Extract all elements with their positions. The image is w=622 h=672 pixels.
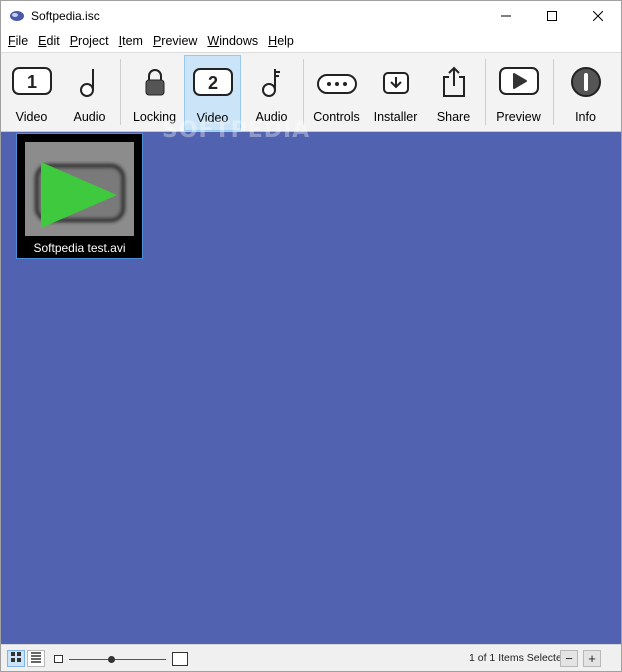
maximize-icon [547, 11, 557, 21]
toolbar-preview-label: Preview [496, 110, 541, 124]
controls-icon [316, 72, 357, 99]
zoom-slider-track[interactable] [69, 659, 166, 660]
app-window: Softpedia.isc File Edit Project Item Pre… [0, 0, 622, 672]
list-view-button[interactable] [27, 650, 45, 667]
menu-windows-accel: W [207, 34, 220, 48]
menu-help-label: elp [277, 34, 294, 48]
zoom-small-icon [54, 655, 63, 663]
toolbar-share-label: Share [436, 110, 471, 124]
project-items-area[interactable]: Softpedia test.avi [1, 132, 621, 644]
toolbar-info-button[interactable]: Info [557, 55, 614, 131]
toolbar: 1 Video Audio Locking 2 Video Audio Cont… [1, 52, 621, 132]
menu-edit[interactable]: Edit [33, 31, 65, 52]
menu-file-label: ile [15, 34, 29, 48]
menu-preview-label: review [161, 34, 198, 48]
menu-help[interactable]: Help [263, 31, 299, 52]
menu-windows[interactable]: Windows [202, 31, 263, 52]
add-item-button[interactable]: + [583, 650, 601, 667]
menu-edit-accel: E [38, 34, 47, 48]
menu-file[interactable]: File [3, 31, 33, 52]
media-item-caption: Softpedia test.avi [33, 241, 126, 255]
toolbar-video-1-button[interactable]: 1 Video [3, 55, 60, 131]
toolbar-controls-button[interactable]: Controls [308, 55, 365, 131]
toolbar-controls-label: Controls [313, 110, 360, 124]
maximize-button[interactable] [529, 1, 575, 31]
toolbar-info-label: Info [575, 110, 596, 124]
menu-item-label: tem [122, 34, 143, 48]
app-logo-icon [9, 8, 25, 24]
menu-windows-label: indows [219, 34, 259, 48]
menu-edit-label: dit [46, 34, 60, 48]
minimize-icon [501, 11, 511, 21]
grid-view-icon [10, 651, 22, 666]
toolbar-preview-button[interactable]: Preview [490, 55, 547, 131]
toolbar-video-1-label: Video [15, 110, 48, 124]
menu-project-label: roject [78, 34, 109, 48]
toolbar-separator [120, 59, 121, 125]
close-button[interactable] [575, 1, 621, 31]
menu-file-accel: F [8, 34, 16, 48]
share-icon [439, 65, 469, 102]
preview-play-icon [498, 66, 539, 99]
watermark-text: SOFTPEDIA [162, 118, 311, 143]
lock-icon [143, 68, 167, 101]
video-2-icon: 2 [192, 67, 233, 100]
menu-item[interactable]: Item [114, 31, 148, 52]
toolbar-installer-button[interactable]: Installer [367, 55, 424, 131]
toolbar-audio-1-button[interactable]: Audio [61, 55, 118, 131]
menu-project[interactable]: Project [65, 31, 114, 52]
info-icon [570, 66, 602, 101]
menu-help-accel: H [268, 34, 278, 48]
menu-bar: File Edit Project Item Preview Windows H… [1, 31, 621, 52]
video-thumbnail-image [25, 142, 134, 236]
menu-project-accel: P [69, 34, 79, 48]
title-bar: Softpedia.isc [1, 1, 621, 31]
toolbar-installer-label: Installer [373, 110, 418, 124]
toolbar-audio-1-label: Audio [73, 110, 106, 124]
video-1-badge: 1 [26, 72, 36, 92]
music-note-key-icon [257, 66, 287, 101]
remove-item-button[interactable]: − [560, 650, 578, 667]
toolbar-separator [303, 59, 304, 125]
status-bar: 1 of 1 Items Selected − + [1, 644, 621, 671]
music-note-icon [75, 66, 105, 101]
zoom-slider-thumb[interactable] [108, 656, 115, 663]
grid-view-button[interactable] [7, 650, 25, 667]
menu-preview[interactable]: Preview [148, 31, 202, 52]
minimize-button[interactable] [483, 1, 529, 31]
toolbar-separator [485, 59, 486, 125]
window-title: Softpedia.isc [31, 9, 100, 23]
selection-status: 1 of 1 Items Selected [469, 652, 568, 664]
list-view-icon [30, 651, 42, 666]
video-2-badge: 2 [207, 73, 217, 93]
close-icon [593, 11, 603, 21]
installer-icon [381, 69, 411, 100]
video-1-icon: 1 [11, 66, 52, 99]
toolbar-separator [553, 59, 554, 125]
toolbar-share-button[interactable]: Share [425, 55, 482, 131]
zoom-large-icon [172, 652, 188, 666]
media-item-thumbnail[interactable]: Softpedia test.avi [16, 133, 143, 259]
